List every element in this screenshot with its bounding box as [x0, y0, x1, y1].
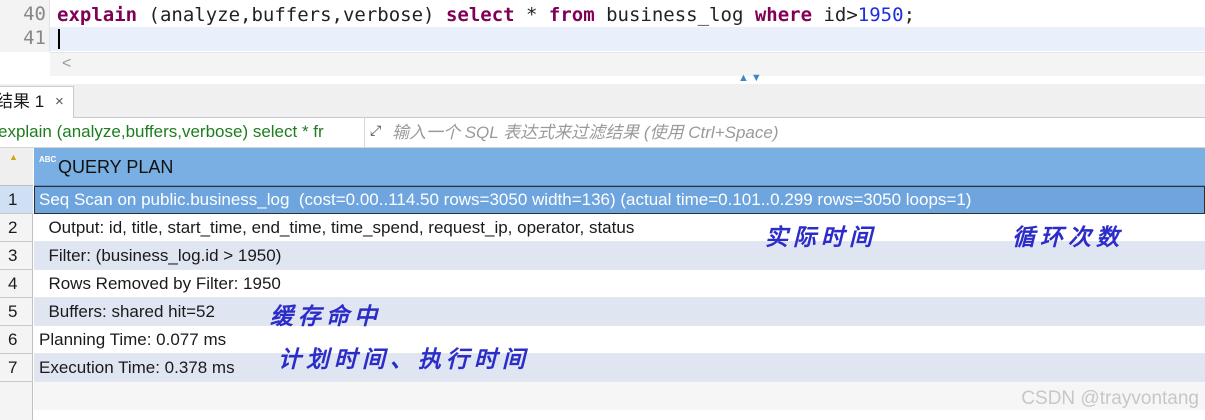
expand-filter-icon[interactable]: ⤢: [370, 122, 386, 138]
keyword-where: where: [754, 4, 813, 26]
row-number[interactable]: 7: [0, 354, 33, 382]
query-plan-cell[interactable]: Planning Time: 0.077 ms: [34, 326, 1205, 354]
query-plan-cell[interactable]: Buffers: shared hit=52: [34, 298, 1205, 326]
keyword-from: from: [548, 4, 595, 26]
divider: [364, 118, 365, 148]
tab-label: 结果 1: [0, 92, 45, 111]
where-condition: id>: [812, 4, 858, 26]
panel-splitter-icon[interactable]: ▲▼: [738, 73, 764, 84]
annotation-loops: 循环次数: [1012, 224, 1124, 251]
row-number[interactable]: 3: [0, 242, 33, 270]
annotation-planning-execution: 计划时间、执行时间: [278, 346, 530, 373]
scroll-left-arrow-icon[interactable]: <: [62, 55, 71, 73]
table-row[interactable]: 5 Buffers: shared hit=52: [0, 298, 1205, 326]
line-number: 40: [23, 3, 46, 25]
results-tab-bar: 结果 1 ×: [0, 84, 1205, 118]
table-row[interactable]: 4 Rows Removed by Filter: 1950: [0, 270, 1205, 298]
executed-query-label: explain (analyze,buffers,verbose) select…: [0, 122, 324, 141]
annotation-buffer-hit: 缓存命中: [270, 303, 382, 330]
grid-corner[interactable]: ▲: [0, 148, 33, 186]
semicolon: ;: [903, 4, 916, 26]
current-line-highlight: [50, 27, 1205, 51]
watermark: CSDN @trayvontang: [1021, 388, 1199, 409]
annotation-actual-time: 实际时间: [765, 224, 877, 251]
text-type-icon: ABC: [39, 155, 57, 164]
column-header-query-plan[interactable]: ABC QUERY PLAN: [34, 148, 1205, 186]
row-number[interactable]: 2: [0, 214, 33, 242]
row-number[interactable]: 1: [0, 186, 33, 214]
code-line-sql[interactable]: explain (analyze,buffers,verbose) select…: [57, 3, 915, 27]
row-number[interactable]: 6: [0, 326, 33, 354]
number-literal: 1950: [857, 4, 904, 26]
table-row[interactable]: 7 Execution Time: 0.378 ms: [0, 354, 1205, 382]
tab-result-1[interactable]: 结果 1 ×: [0, 86, 74, 118]
column-header-label: QUERY PLAN: [58, 157, 174, 177]
text-caret: [58, 29, 60, 49]
corner-marker-icon: ▲: [9, 152, 18, 162]
row-number[interactable]: 4: [0, 270, 33, 298]
filter-expression-input[interactable]: [392, 121, 1192, 145]
row-number[interactable]: 5: [0, 298, 33, 326]
table-row[interactable]: 1 Seq Scan on public.business_log (cost=0…: [0, 186, 1205, 214]
result-filter-bar: explain (analyze,buffers,verbose) select…: [0, 118, 1205, 148]
line-number: 41: [23, 27, 46, 49]
star-token: *: [514, 4, 549, 26]
table-row[interactable]: 6 Planning Time: 0.077 ms: [0, 326, 1205, 354]
result-grid[interactable]: ▲ ABC QUERY PLAN 1 Seq Scan on public.bus…: [0, 148, 1205, 420]
line-number-gutter: 40 41: [0, 0, 50, 52]
query-plan-cell[interactable]: Rows Removed by Filter: 1950: [34, 270, 1205, 298]
close-icon[interactable]: ×: [55, 87, 64, 117]
keyword-select: select: [445, 4, 515, 26]
keyword-explain: explain: [57, 4, 138, 26]
explain-args: (analyze,buffers,verbose): [137, 4, 446, 26]
sql-editor[interactable]: 40 41 explain (analyze,buffers,verbose) …: [0, 0, 1205, 84]
query-plan-cell[interactable]: Seq Scan on public.business_log (cost=0.…: [34, 186, 1205, 214]
query-plan-cell[interactable]: Execution Time: 0.378 ms: [34, 354, 1205, 382]
editor-horizontal-scrollbar[interactable]: <: [50, 52, 1205, 76]
table-name: business_log: [594, 4, 755, 26]
